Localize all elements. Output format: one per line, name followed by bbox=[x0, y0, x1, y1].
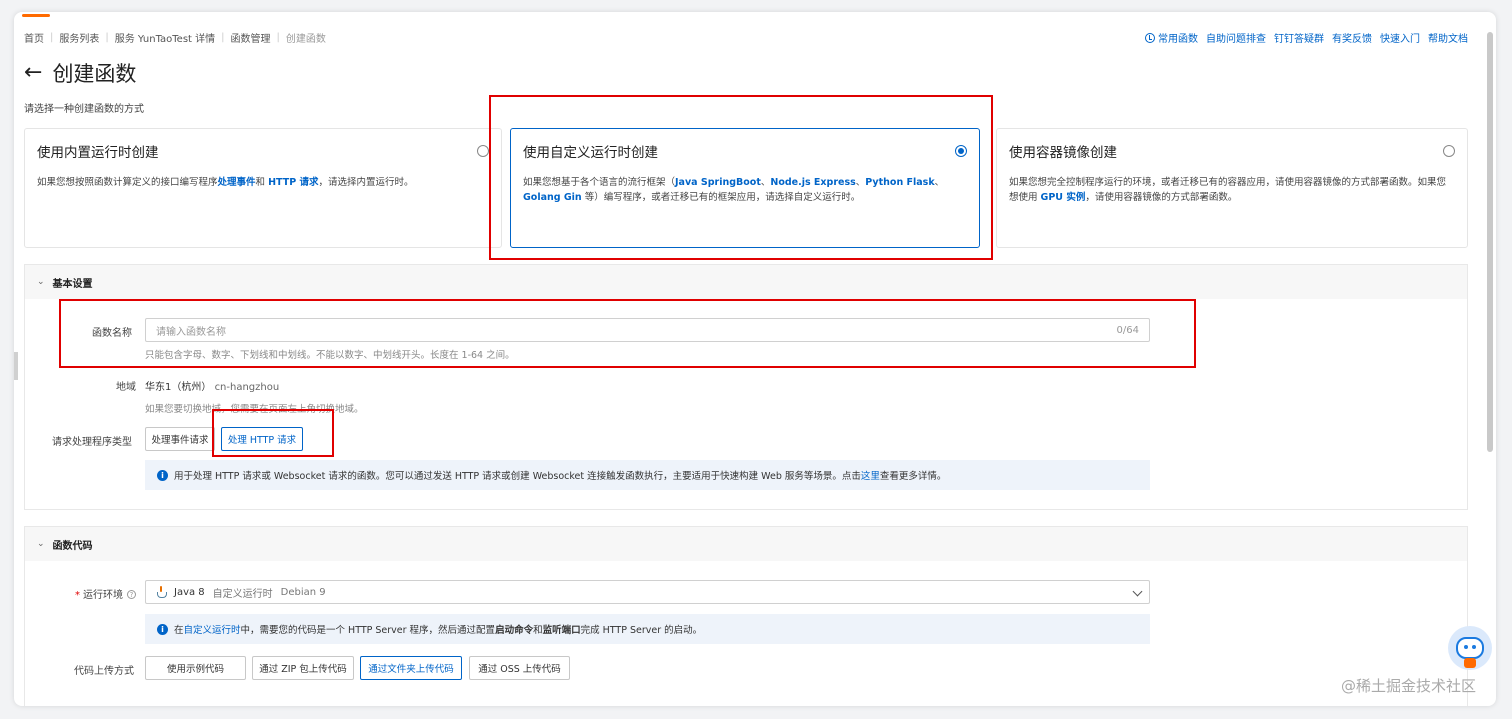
card-container-image[interactable]: 使用容器镜像创建 如果您想完全控制程序运行的环境，或者迁移已有的容器应用，请使用… bbox=[996, 128, 1468, 248]
chevron-down-icon bbox=[1132, 586, 1143, 597]
region-label: 地域 bbox=[116, 382, 136, 393]
breadcrumb-home[interactable]: 首页 bbox=[24, 30, 44, 45]
handler-info-text: 用于处理 HTTP 请求或 Websocket 请求的函数。您可以通过发送 HT… bbox=[174, 471, 947, 482]
breadcrumb-current: 创建函数 bbox=[285, 34, 326, 45]
feedback-link[interactable]: 有奖反馈 bbox=[1332, 30, 1372, 45]
assistant-badge bbox=[1464, 658, 1476, 668]
info-icon: i bbox=[157, 469, 168, 481]
region-value: 华东1（杭州） cn-hangzhou bbox=[145, 378, 279, 393]
runtime-type: 自定义运行时 bbox=[212, 588, 273, 600]
back-arrow-icon[interactable]: ← bbox=[24, 62, 42, 84]
function-code-header[interactable]: ⌄ 函数代码 bbox=[25, 527, 1467, 561]
upload-zip-button[interactable]: 通过 ZIP 包上传代码 bbox=[252, 656, 354, 680]
watermark: @稀土掘金技术社区 bbox=[1340, 677, 1476, 695]
breadcrumb-separator: | bbox=[276, 32, 280, 43]
region-name: 华东1（杭州） bbox=[145, 382, 212, 393]
sidebar-collapse-handle[interactable] bbox=[14, 352, 18, 380]
card-title: 使用自定义运行时创建 bbox=[523, 145, 658, 161]
help-docs-link[interactable]: 帮助文档 bbox=[1428, 30, 1468, 45]
brand-accent-bar bbox=[22, 14, 50, 17]
card-custom-runtime[interactable]: 使用自定义运行时创建 如果您想基于各个语言的流行框架（Java SpringBo… bbox=[510, 128, 980, 248]
region-hint: 如果您要切换地域，您需要在页面左上角切换地域。 bbox=[145, 404, 364, 415]
vertical-scrollbar[interactable] bbox=[1487, 32, 1493, 452]
breadcrumb-function-management[interactable]: 函数管理 bbox=[231, 30, 271, 45]
runtime-value: Java 8 bbox=[174, 586, 205, 598]
runtime-label-text: 运行环境 bbox=[83, 590, 123, 601]
quick-start-link[interactable]: 快速入门 bbox=[1380, 30, 1420, 45]
function-name-hint: 只能包含字母、数字、下划线和中划线。不能以数字、中划线开头。长度在 1-64 之… bbox=[145, 350, 515, 361]
upload-method-label: 代码上传方式 bbox=[74, 666, 134, 677]
breadcrumb-separator: | bbox=[105, 32, 109, 43]
common-functions-link[interactable]: 常用函数 bbox=[1145, 30, 1198, 45]
required-mark: * bbox=[75, 590, 80, 601]
java-icon bbox=[156, 586, 167, 598]
handler-info-bar: i 用于处理 HTTP 请求或 Websocket 请求的函数。您可以通过发送 … bbox=[145, 460, 1150, 490]
self-troubleshoot-link[interactable]: 自助问题排查 bbox=[1206, 30, 1266, 45]
section-title: 函数代码 bbox=[52, 540, 93, 552]
upload-folder-button[interactable]: 通过文件夹上传代码 bbox=[360, 656, 462, 680]
card-description: 如果您想按照函数计算定义的接口编写程序处理事件和 HTTP 请求，请选择内置运行… bbox=[37, 177, 414, 188]
assistant-avatar-icon[interactable] bbox=[1448, 626, 1492, 670]
radio-custom-runtime[interactable] bbox=[955, 145, 967, 157]
section-title: 基本设置 bbox=[52, 278, 93, 290]
region-code: cn-hangzhou bbox=[214, 382, 280, 393]
robot-face-icon bbox=[1456, 637, 1484, 659]
details-link[interactable]: 这里 bbox=[861, 471, 880, 482]
handler-http-button[interactable]: 处理 HTTP 请求 bbox=[221, 427, 303, 451]
function-name-input[interactable]: 请输入函数名称 0/64 bbox=[145, 318, 1150, 342]
runtime-os: Debian 9 bbox=[280, 586, 326, 598]
upload-sample-button[interactable]: 使用示例代码 bbox=[145, 656, 246, 680]
basic-settings-header[interactable]: ⌄ 基本设置 bbox=[25, 265, 1467, 299]
chevron-down-icon: ⌄ bbox=[37, 277, 45, 287]
radio-builtin-runtime[interactable] bbox=[477, 145, 489, 157]
card-builtin-runtime[interactable]: 使用内置运行时创建 如果您想按照函数计算定义的接口编写程序处理事件和 HTTP … bbox=[24, 128, 502, 248]
page-title: 创建函数 bbox=[52, 62, 137, 86]
title-row: ← 创建函数 bbox=[24, 58, 136, 88]
app-window: 首页 | 服务列表 | 服务 YunTaoTest 详情 | 函数管理 | 创建… bbox=[14, 12, 1496, 706]
handler-type-label: 请求处理程序类型 bbox=[52, 437, 132, 448]
runtime-info-bar: i 在自定义运行时中，需要您的代码是一个 HTTP Server 程序，然后通过… bbox=[145, 614, 1150, 644]
custom-runtime-link[interactable]: 自定义运行时 bbox=[184, 625, 241, 636]
top-links: 常用函数 自助问题排查 钉钉答疑群 有奖反馈 快速入门 帮助文档 bbox=[1145, 30, 1468, 45]
chevron-down-icon: ⌄ bbox=[37, 539, 45, 549]
card-title: 使用内置运行时创建 bbox=[37, 145, 159, 161]
runtime-info-text: 在自定义运行时中，需要您的代码是一个 HTTP Server 程序，然后通过配置… bbox=[174, 625, 703, 636]
card-description: 如果您想完全控制程序运行的环境，或者迁移已有的容器应用，请使用容器镜像的方式部署… bbox=[1009, 177, 1447, 203]
runtime-label: * 运行环境? bbox=[54, 586, 136, 601]
upload-oss-button[interactable]: 通过 OSS 上传代码 bbox=[469, 656, 570, 680]
card-description: 如果您想基于各个语言的流行框架（Java SpringBoot、Node.js … bbox=[523, 177, 945, 203]
dingtalk-group-link[interactable]: 钉钉答疑群 bbox=[1274, 30, 1324, 45]
breadcrumb-separator: | bbox=[50, 32, 54, 43]
handler-event-button[interactable]: 处理事件请求 bbox=[145, 427, 215, 451]
help-icon[interactable]: ? bbox=[127, 590, 136, 599]
common-functions-label: 常用函数 bbox=[1158, 34, 1198, 45]
page-subtitle: 请选择一种创建函数的方式 bbox=[24, 104, 144, 115]
breadcrumb: 首页 | 服务列表 | 服务 YunTaoTest 详情 | 函数管理 | 创建… bbox=[24, 30, 326, 45]
card-title: 使用容器镜像创建 bbox=[1009, 145, 1117, 161]
runtime-select[interactable]: Java 8 自定义运行时 Debian 9 bbox=[145, 580, 1150, 604]
breadcrumb-separator: | bbox=[221, 32, 225, 43]
breadcrumb-service-detail[interactable]: 服务 YunTaoTest 详情 bbox=[115, 30, 215, 45]
breadcrumb-service-list[interactable]: 服务列表 bbox=[59, 30, 99, 45]
function-name-counter: 0/64 bbox=[1116, 324, 1139, 336]
function-name-label: 函数名称 bbox=[92, 328, 132, 339]
clock-icon bbox=[1145, 33, 1155, 43]
radio-container-image[interactable] bbox=[1443, 145, 1455, 157]
function-name-placeholder: 请输入函数名称 bbox=[156, 326, 226, 338]
info-icon: i bbox=[157, 623, 168, 635]
